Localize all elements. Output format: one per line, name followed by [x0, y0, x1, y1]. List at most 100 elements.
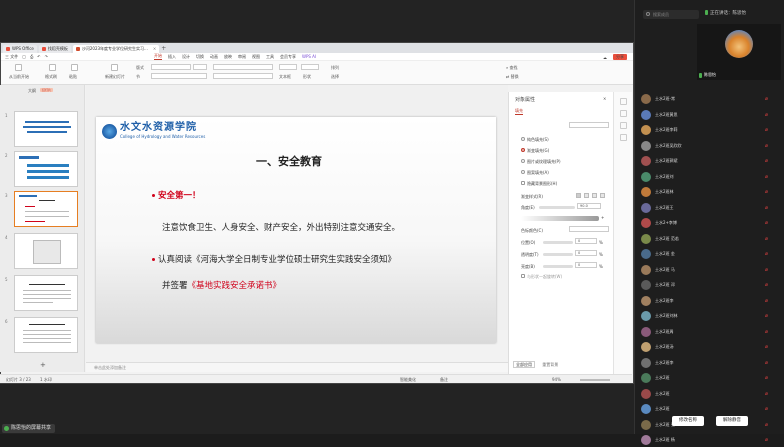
participant-item[interactable]: 土水2班刘林 ⌀ — [641, 309, 781, 323]
participant-item[interactable]: 土水2班 范若 ⌀ — [641, 232, 781, 246]
mic-muted-icon[interactable]: ⌀ — [765, 360, 770, 366]
menu-member[interactable]: 会员专享 — [280, 54, 296, 60]
new-slide-label[interactable]: 新建幻灯片 — [105, 74, 125, 80]
mic-muted-icon[interactable]: ⌀ — [765, 127, 770, 133]
replace-button[interactable]: ⇄ 替换 — [506, 74, 519, 80]
zoom-slider[interactable] — [580, 379, 610, 381]
participant-item[interactable]: 土水2班周 ⌀ — [641, 325, 781, 339]
zoom-level[interactable]: 94% — [552, 377, 561, 382]
member-search-input[interactable]: 搜索成员 — [643, 10, 699, 19]
theme-indicator[interactable]: 1 水印 — [40, 377, 52, 383]
mic-muted-icon[interactable]: ⌀ — [765, 344, 770, 350]
brightness-slider[interactable] — [543, 265, 573, 268]
mic-muted-icon[interactable]: ⌀ — [765, 143, 770, 149]
select-button[interactable]: 选择 — [331, 74, 339, 80]
mic-muted-icon[interactable]: ⌀ — [765, 375, 770, 381]
participant-item[interactable]: 土水2班李 ⌀ — [641, 294, 781, 308]
menu-home[interactable]: 开始 — [153, 53, 162, 60]
hide-background-checkbox[interactable] — [521, 181, 525, 185]
apply-all-button[interactable]: 全部应用 — [513, 361, 535, 368]
reset-background-button[interactable]: 重置背景 — [542, 362, 558, 367]
format-painter-label[interactable]: 格式刷 — [45, 74, 57, 80]
slide-thumb-4[interactable] — [14, 233, 78, 269]
participant-item[interactable]: 土水2班刘 ⌀ — [641, 170, 781, 184]
font-style-group[interactable] — [151, 73, 207, 79]
participant-item[interactable]: 土水2班吴欣欣 ⌀ — [641, 139, 781, 153]
mic-muted-icon[interactable]: ⌀ — [765, 189, 770, 195]
pattern-fill-radio[interactable] — [521, 170, 525, 174]
stop-color-picker[interactable] — [569, 226, 609, 232]
participant-item[interactable]: 土水2班 ⌀ — [641, 371, 781, 385]
participant-item[interactable]: 土水2班 邓 ⌀ — [641, 278, 781, 292]
paste-icon[interactable] — [71, 64, 78, 71]
menu-tools[interactable]: 工具 — [266, 54, 274, 60]
participant-item[interactable]: 土水2班黄思 ⌀ — [641, 108, 781, 122]
current-slide[interactable]: 水文水资源学院 College of Hydrology and Water R… — [96, 117, 496, 343]
unmute-button[interactable]: 解除静音 — [716, 416, 748, 426]
print-icon[interactable]: ⎙ — [30, 54, 33, 60]
selection-tool-icon[interactable] — [620, 122, 627, 129]
mic-muted-icon[interactable]: ⌀ — [765, 391, 770, 397]
tab-document[interactable]: 沙河2023年度专业学位研究生实习... × — [72, 45, 160, 53]
cloud-icon[interactable]: ☁ — [603, 55, 607, 60]
file-menu[interactable]: 三 文件 — [5, 54, 18, 60]
participant-item[interactable]: 土水2班 马 ⌀ — [641, 263, 781, 277]
transparency-input[interactable]: 0 — [575, 250, 597, 256]
mic-muted-icon[interactable]: ⌀ — [765, 406, 770, 412]
slide-thumb-1[interactable] — [14, 111, 78, 147]
find-button[interactable]: ⌕ 查找 — [506, 65, 518, 71]
slide-thumb-6[interactable] — [14, 317, 78, 353]
gradient-style-radial[interactable] — [584, 193, 589, 198]
notes-toggle[interactable]: 备注 — [440, 377, 448, 383]
outline-tab[interactable]: 大纲 — [28, 88, 36, 94]
section-button[interactable]: 节 — [136, 74, 140, 80]
menu-slideshow[interactable]: 放映 — [224, 54, 232, 60]
position-slider[interactable] — [543, 241, 573, 244]
mic-muted-icon[interactable]: ⌀ — [765, 174, 770, 180]
mic-muted-icon[interactable]: ⌀ — [765, 329, 770, 335]
save-icon[interactable]: ▢ — [22, 54, 26, 60]
tab-template[interactable]: 找稻壳模板 — [38, 45, 71, 53]
menu-design[interactable]: 设计 — [182, 54, 190, 60]
share-button[interactable]: 分享 — [613, 54, 627, 60]
mic-muted-icon[interactable]: ⌀ — [765, 236, 770, 242]
angle-input[interactable]: 90.0 — [577, 203, 601, 209]
participant-item[interactable]: 土水2班汤 ⌀ — [641, 340, 781, 354]
participant-item[interactable]: 土水2班 金 ⌀ — [641, 247, 781, 261]
participant-item[interactable]: 土水2班李莉 ⌀ — [641, 123, 781, 137]
undo-icon[interactable]: ↶ — [37, 54, 40, 60]
mic-muted-icon[interactable]: ⌀ — [765, 112, 770, 118]
smart-beautify-button[interactable]: 智能美化 — [400, 377, 416, 383]
transparency-slider[interactable] — [543, 253, 573, 256]
wps-ai-button[interactable]: WPS AI — [302, 54, 316, 59]
alignment-group[interactable] — [213, 73, 273, 79]
settings-tool-icon[interactable] — [620, 134, 627, 141]
participant-item[interactable]: 土水2班 ⌀ — [641, 387, 781, 401]
participant-item[interactable]: 土水2班王 ⌀ — [641, 201, 781, 215]
mic-muted-icon[interactable]: ⌀ — [765, 282, 770, 288]
position-input[interactable]: 0 — [575, 238, 597, 244]
add-slide-icon[interactable]: + — [40, 361, 46, 369]
paragraph-group[interactable] — [213, 64, 273, 70]
menu-insert[interactable]: 插入 — [168, 54, 176, 60]
new-slide-icon[interactable] — [111, 64, 118, 71]
participant-item[interactable]: 土水2班李 ⌀ — [641, 356, 781, 370]
participant-item[interactable]: 土水2班 ⌀ — [641, 402, 781, 416]
mic-muted-icon[interactable]: ⌀ — [765, 205, 770, 211]
slide-thumb-3[interactable] — [14, 191, 78, 227]
properties-tool-icon[interactable] — [620, 98, 627, 105]
slide-thumb-2[interactable] — [14, 151, 78, 187]
menu-transition[interactable]: 切换 — [196, 54, 204, 60]
slide-thumb-5[interactable] — [14, 275, 78, 311]
angle-slider[interactable] — [539, 206, 575, 209]
notes-area[interactable]: 单击此处添加备注 — [86, 362, 508, 372]
gradient-style-linear[interactable] — [576, 193, 581, 198]
participant-item[interactable]: 土水2+李博 ⌀ — [641, 216, 781, 230]
text-box-button[interactable] — [279, 64, 297, 70]
participant-item[interactable]: 土水2班 杨 ⌀ — [641, 433, 781, 447]
layout-button[interactable]: 版式 — [136, 65, 144, 71]
picture-fill-radio[interactable] — [521, 159, 525, 163]
screen-share-indicator[interactable]: 陈思怡的屏幕共享 — [2, 424, 56, 433]
shape-button[interactable] — [301, 64, 319, 70]
gradient-bar[interactable] — [521, 216, 599, 221]
